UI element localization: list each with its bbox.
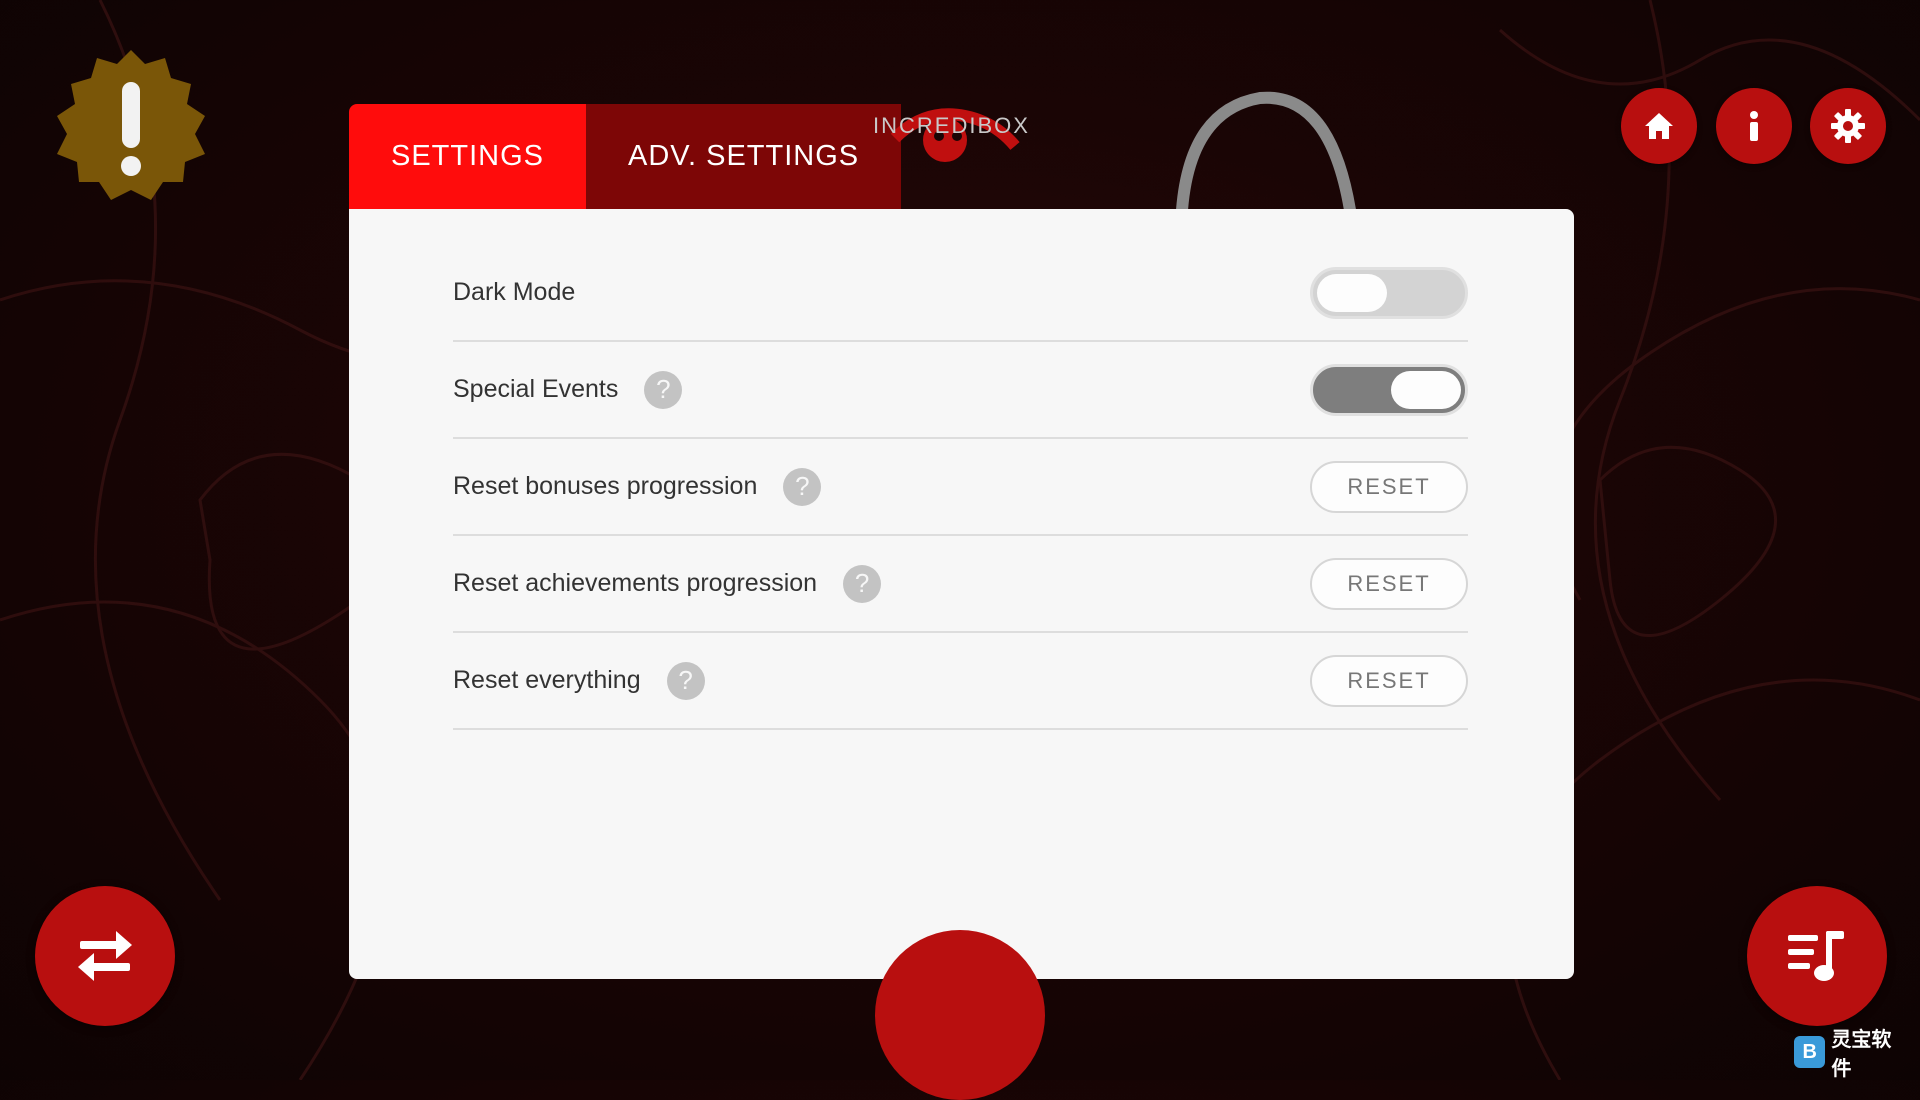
help-icon[interactable]: ? bbox=[666, 661, 705, 700]
watermark-text: 灵宝软件 bbox=[1831, 1029, 1892, 1080]
setting-row-special-events: Special Events ? bbox=[453, 342, 1468, 439]
swap-button[interactable] bbox=[35, 886, 175, 1026]
special-events-toggle[interactable] bbox=[1310, 363, 1468, 416]
background-character-outline bbox=[1176, 91, 1356, 210]
reset-everything-button[interactable]: RESET bbox=[1310, 654, 1468, 707]
setting-row-reset-everything: Reset everything ? RESET bbox=[453, 633, 1468, 730]
toggle-knob bbox=[1391, 370, 1461, 409]
home-icon bbox=[1645, 113, 1673, 139]
setting-label: Dark Mode bbox=[453, 278, 576, 306]
tab-settings[interactable]: SETTINGS bbox=[349, 104, 587, 209]
setting-row-reset-bonuses: Reset bonuses progression ? RESET bbox=[453, 439, 1468, 536]
settings-button[interactable] bbox=[1810, 88, 1886, 164]
swap-arrows-icon bbox=[78, 931, 132, 981]
help-icon[interactable]: ? bbox=[644, 370, 683, 409]
settings-list: Dark Mode Special Events ? Reset bonuses… bbox=[453, 245, 1468, 730]
reset-achievements-button[interactable]: RESET bbox=[1310, 557, 1468, 610]
info-button[interactable] bbox=[1716, 88, 1792, 164]
setting-row-dark-mode: Dark Mode bbox=[453, 245, 1468, 342]
settings-tab-bar: SETTINGS ADV. SETTINGS bbox=[349, 104, 902, 209]
gear-icon bbox=[1831, 109, 1865, 143]
play-button[interactable] bbox=[875, 930, 1045, 1100]
setting-label: Reset everything bbox=[453, 666, 641, 694]
watermark: B 灵宝软件 bbox=[1794, 1029, 1910, 1080]
dark-mode-toggle[interactable] bbox=[1310, 266, 1468, 319]
help-icon[interactable]: ? bbox=[843, 564, 882, 603]
music-playlist-icon bbox=[1788, 931, 1844, 981]
playlist-button[interactable] bbox=[1747, 886, 1887, 1026]
exclamation-badge-icon[interactable] bbox=[55, 50, 207, 202]
setting-row-reset-achievements: Reset achievements progression ? RESET bbox=[453, 536, 1468, 633]
settings-panel: Dark Mode Special Events ? Reset bonuses… bbox=[349, 209, 1574, 979]
brand-name: INCREDIBOX bbox=[873, 113, 1030, 138]
home-button[interactable] bbox=[1621, 88, 1697, 164]
setting-label: Special Events bbox=[453, 375, 619, 403]
toggle-knob bbox=[1317, 273, 1387, 312]
watermark-logo-icon: B bbox=[1794, 1036, 1826, 1068]
help-icon[interactable]: ? bbox=[783, 467, 822, 506]
reset-bonuses-button[interactable]: RESET bbox=[1310, 460, 1468, 513]
info-icon bbox=[1750, 111, 1758, 141]
setting-label: Reset achievements progression bbox=[453, 569, 818, 597]
setting-label: Reset bonuses progression bbox=[453, 472, 758, 500]
tab-adv-settings[interactable]: ADV. SETTINGS bbox=[586, 104, 902, 209]
